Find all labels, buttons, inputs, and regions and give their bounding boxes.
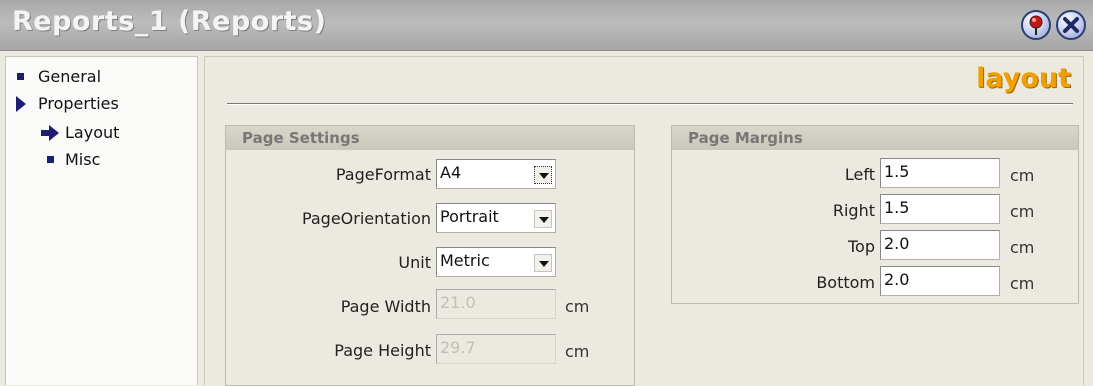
- unit-label-row: Unit: [226, 247, 431, 279]
- page-format-label-row: PageFormat: [226, 159, 431, 191]
- margin-left-unit: cm: [1010, 166, 1035, 185]
- margin-right-input[interactable]: 1.5: [880, 194, 1000, 224]
- margin-top-label-row: Top: [672, 231, 875, 263]
- help-button[interactable]: [1021, 10, 1051, 40]
- nav-item-label: Layout: [65, 123, 120, 142]
- margin-bottom-unit: cm: [1010, 274, 1035, 293]
- page-width-input: 21.0: [436, 289, 556, 319]
- field-label: Left: [844, 165, 875, 184]
- heading-divider: [227, 103, 1073, 105]
- navigation-tree: General Properties Layout Misc: [5, 56, 198, 385]
- margin-right-unit: cm: [1010, 202, 1035, 221]
- nav-item-label: General: [38, 67, 102, 86]
- page-settings-group: Page Settings PageFormat A4 PageOrientat…: [225, 125, 635, 386]
- margin-right-label-row: Right: [672, 195, 875, 227]
- chevron-down-icon[interactable]: [534, 254, 552, 272]
- page-heading: layout: [976, 63, 1071, 94]
- margin-top-unit: cm: [1010, 238, 1035, 257]
- square-bullet-icon: [47, 156, 54, 163]
- group-header: Page Margins: [672, 126, 1078, 150]
- unit-select[interactable]: Metric: [436, 247, 556, 277]
- select-value: Metric: [440, 251, 490, 270]
- margin-top-input[interactable]: 2.0: [880, 230, 1000, 260]
- input-value: 1.5: [884, 162, 910, 181]
- nav-item-label: Misc: [65, 150, 101, 169]
- input-value: 2.0: [884, 270, 910, 289]
- field-label: PageOrientation: [301, 209, 431, 228]
- selected-arrow-icon: [41, 125, 59, 141]
- close-button[interactable]: [1056, 10, 1086, 40]
- input-value: 2.0: [884, 234, 910, 253]
- page-height-label-row: Page Height: [226, 335, 431, 367]
- page-orientation-select[interactable]: Portrait: [436, 203, 556, 233]
- page-height-unit: cm: [565, 342, 590, 361]
- margin-left-input[interactable]: 1.5: [880, 158, 1000, 188]
- title-bar: Reports_1 (Reports): [0, 0, 1093, 51]
- page-width-label-row: Page Width: [226, 291, 431, 323]
- nav-item-label: Properties: [38, 94, 119, 113]
- input-value: 1.5: [884, 198, 910, 217]
- group-title: Page Settings: [242, 129, 360, 147]
- margin-bottom-label-row: Bottom: [672, 267, 875, 299]
- square-bullet-icon: [17, 73, 24, 80]
- chevron-down-icon[interactable]: [534, 210, 552, 228]
- page-orientation-label-row: PageOrientation: [226, 203, 431, 235]
- field-label: Page Height: [334, 341, 431, 360]
- margin-bottom-input[interactable]: 2.0: [880, 266, 1000, 296]
- group-title: Page Margins: [688, 129, 803, 147]
- close-icon: [1063, 17, 1079, 33]
- group-header: Page Settings: [226, 126, 634, 150]
- select-value: Portrait: [440, 207, 499, 226]
- chevron-down-icon[interactable]: [534, 166, 552, 184]
- margin-left-label-row: Left: [672, 159, 875, 191]
- input-value: 29.7: [440, 338, 476, 357]
- window-title: Reports_1 (Reports): [12, 6, 327, 37]
- field-label: PageFormat: [335, 165, 431, 184]
- input-value: 21.0: [440, 293, 476, 312]
- field-label: Top: [848, 237, 875, 256]
- page-format-select[interactable]: A4: [436, 159, 556, 189]
- field-label: Unit: [398, 253, 431, 272]
- pin-help-icon: [1029, 15, 1043, 35]
- page-height-input: 29.7: [436, 334, 556, 364]
- field-label: Page Width: [340, 297, 431, 316]
- field-label: Right: [832, 201, 875, 220]
- field-label: Bottom: [816, 273, 875, 292]
- layout-panel: layout Page Settings PageFormat A4 PageO…: [204, 56, 1084, 386]
- expanded-triangle-icon: [16, 96, 26, 112]
- page-margins-group: Page Margins Left 1.5 cm Right 1.5 cm To…: [671, 125, 1079, 304]
- page-width-unit: cm: [565, 297, 590, 316]
- select-value: A4: [440, 163, 462, 182]
